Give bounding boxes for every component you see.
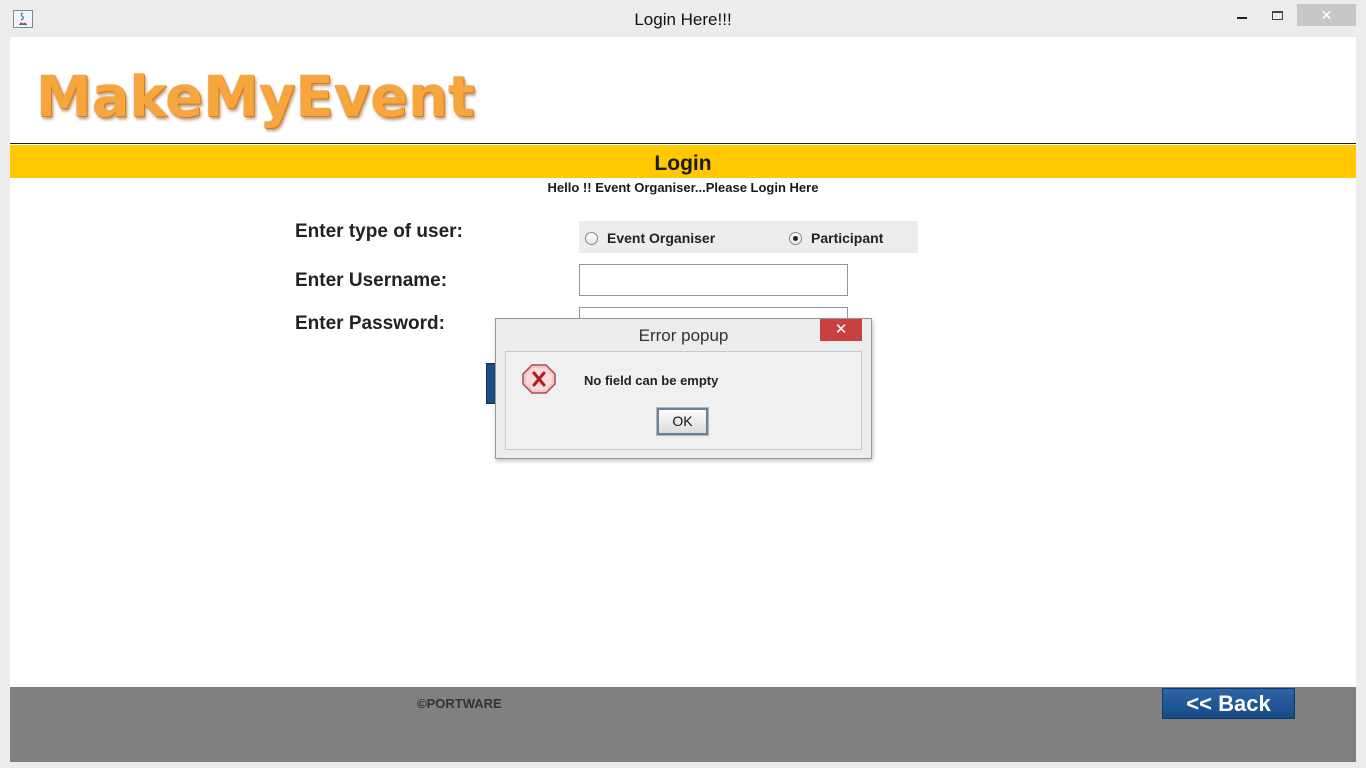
- radio-checked-icon[interactable]: [789, 231, 802, 245]
- dialog-title: Error popup: [638, 326, 729, 345]
- user-type-label: Enter type of user:: [295, 221, 463, 242]
- login-banner: Login: [10, 145, 1356, 178]
- password-label: Enter Password:: [295, 313, 445, 334]
- username-input[interactable]: [579, 264, 848, 296]
- minimize-button[interactable]: [1227, 4, 1257, 26]
- maximize-button[interactable]: [1262, 4, 1292, 26]
- minimize-icon: [1237, 17, 1247, 19]
- radio-label-event-organiser: Event Organiser: [607, 230, 716, 246]
- greeting-text: Hello !! Event Organiser...Please Login …: [547, 180, 819, 195]
- footer: ©PORTWARE << Back: [10, 687, 1356, 762]
- dialog-close-button[interactable]: ✕: [820, 319, 862, 341]
- radio-event-organiser[interactable]: Event Organiser: [585, 230, 715, 246]
- window-close-button[interactable]: ✕: [1297, 4, 1356, 26]
- header-divider: [10, 143, 1356, 144]
- dialog-content: No field can be empty OK: [505, 351, 862, 450]
- maximize-icon: [1271, 10, 1283, 20]
- username-label: Enter Username:: [295, 270, 448, 291]
- radio-unchecked-icon[interactable]: [585, 231, 598, 245]
- ok-button[interactable]: OK: [656, 407, 709, 436]
- error-message: No field can be empty: [584, 373, 719, 388]
- error-x-icon: [521, 363, 557, 395]
- copyright-text: ©PORTWARE: [417, 696, 502, 711]
- brand-logo: MakeMyEvent: [36, 65, 475, 130]
- radio-participant[interactable]: Participant: [789, 230, 883, 246]
- back-button[interactable]: << Back: [1162, 688, 1295, 719]
- user-type-radio-group: Event Organiser Participant: [579, 221, 918, 253]
- title-bar: Login Here!!! ✕: [0, 0, 1366, 37]
- radio-label-participant: Participant: [811, 230, 884, 246]
- error-dialog: Error popup ✕ No field can be empty OK: [495, 318, 872, 459]
- window-title: Login Here!!!: [634, 10, 732, 29]
